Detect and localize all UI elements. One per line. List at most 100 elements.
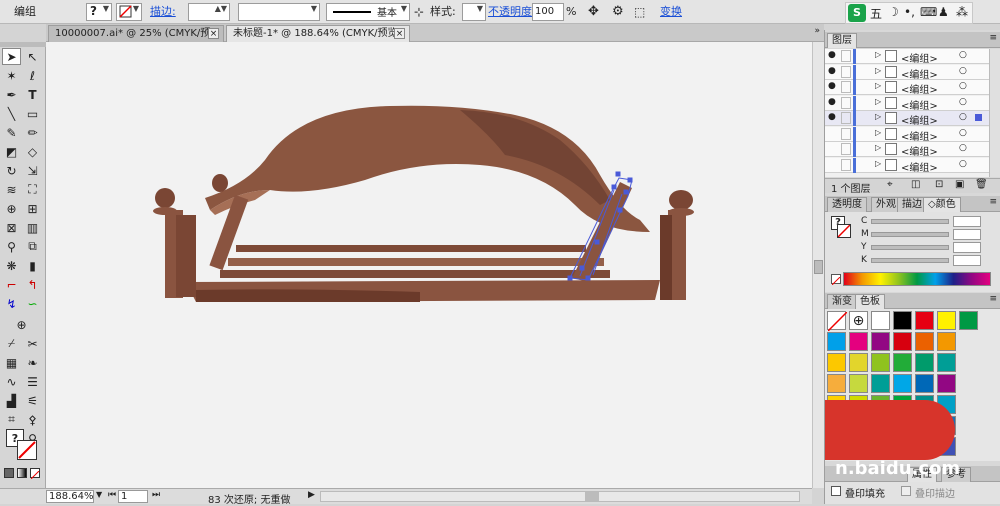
panel-menu-icon[interactable]: ≡ — [989, 294, 997, 304]
new-sublayer-icon[interactable]: ⊡ — [935, 179, 943, 190]
opacity-field[interactable]: 100 — [532, 3, 564, 21]
layer-row[interactable]: ● ▷ <编组> ○ — [825, 49, 989, 65]
scroll-thumb[interactable] — [585, 492, 599, 501]
target-icon[interactable]: ○ — [959, 50, 967, 60]
expand-arrow-icon[interactable]: ▷ — [875, 81, 881, 90]
layer-row[interactable]: ● ▷ <编组> ○ — [825, 80, 989, 96]
color-swatch[interactable] — [937, 311, 956, 330]
blob-brush-tool-icon[interactable]: ◩ — [2, 143, 21, 160]
symbol-sprayer-tool-icon[interactable]: ❋ — [2, 257, 21, 274]
blend-tool-icon[interactable]: ⧉ — [23, 238, 42, 255]
type-tool-icon[interactable]: T — [23, 86, 42, 103]
lock-toggle[interactable] — [841, 65, 851, 78]
color-swatch[interactable] — [937, 332, 956, 351]
crosshair-icon[interactable]: ⊕ — [12, 316, 31, 333]
panel-grip[interactable] — [0, 42, 46, 47]
registration-swatch-icon[interactable]: ⊕ — [849, 311, 868, 330]
target-icon[interactable]: ○ — [959, 81, 967, 91]
color-swatch[interactable] — [871, 311, 890, 330]
tab-swatches[interactable]: 色板 — [855, 294, 885, 309]
warp-tool-icon[interactable]: ≋ — [2, 181, 21, 198]
tab-transparency[interactable]: 透明度 — [827, 197, 867, 212]
layer-row[interactable]: ● ▷ <编组> ○ — [825, 64, 989, 81]
mesh-tool-icon[interactable]: ⊠ — [2, 219, 21, 236]
lock-toggle[interactable] — [841, 81, 851, 93]
color-swatch[interactable] — [871, 353, 890, 372]
lock-toggle[interactable] — [841, 112, 851, 124]
lock-toggle[interactable] — [841, 127, 851, 140]
panel-menu-icon[interactable]: ≡ — [989, 197, 997, 207]
pen-tool-icon[interactable]: ✒ — [2, 86, 21, 103]
tab-document-2[interactable]: 未标题-1* @ 188.64% (CMYK/预览) × — [226, 25, 410, 42]
line-tool-icon[interactable]: ╲ — [2, 105, 21, 122]
color-swatch[interactable] — [849, 353, 868, 372]
brush-tool-icon[interactable]: ⚴ — [23, 411, 42, 428]
none-mode-icon[interactable] — [30, 468, 40, 480]
layer-row[interactable]: ▷ <编组> ○ — [825, 142, 989, 158]
channel-field-y[interactable] — [953, 242, 981, 253]
knife-tool-icon[interactable]: ⌿ — [2, 335, 21, 352]
vertical-scrollbar[interactable] — [812, 42, 824, 488]
chevron-down-icon[interactable]: ▼ — [96, 490, 102, 499]
user-icon[interactable]: ♟ — [938, 5, 949, 19]
align-icon[interactable]: ⊹ — [414, 3, 424, 21]
layers-scrollbar[interactable] — [989, 49, 1000, 177]
fill-color-picker[interactable]: ? ▼ — [86, 3, 112, 21]
stroke-swatch[interactable] — [17, 440, 37, 460]
stroke-indicator[interactable] — [837, 224, 851, 238]
color-swatch[interactable] — [893, 311, 912, 330]
artboard-tool-icon[interactable]: ⌐ — [2, 276, 21, 293]
visibility-slot[interactable] — [828, 143, 839, 155]
none-swatch-icon[interactable] — [827, 311, 848, 332]
tab-gradient[interactable]: 渐变 — [827, 294, 857, 309]
expand-arrow-icon[interactable]: ▷ — [875, 112, 881, 121]
selection-tool-icon[interactable]: ➤ — [2, 48, 21, 65]
lock-toggle[interactable] — [841, 50, 851, 62]
visibility-slot[interactable] — [828, 159, 839, 171]
eraser-tool-icon[interactable]: ◇ — [23, 143, 42, 160]
crop-tool-icon[interactable]: ⌗ — [2, 411, 21, 428]
path-eraser-tool-icon[interactable]: ∿ — [2, 373, 21, 390]
graphic-style-picker[interactable]: ▼ — [462, 3, 486, 21]
tab-document-1[interactable]: 10000007.ai* @ 25% (CMYK/预览) × — [48, 25, 224, 55]
new-layer-icon[interactable]: ▣ — [955, 179, 964, 190]
target-icon[interactable]: ○ — [959, 97, 967, 107]
target-icon[interactable]: ○ — [959, 112, 967, 122]
channel-slider-y[interactable] — [871, 245, 949, 250]
color-swatch[interactable] — [937, 353, 956, 372]
expand-arrow-icon[interactable]: ▷ — [875, 66, 881, 75]
clipping-mask-icon[interactable]: ◫ — [911, 179, 920, 190]
column-graph-tool-icon[interactable]: ▮ — [23, 257, 42, 274]
gradient-tool-icon[interactable]: ▥ — [23, 219, 42, 236]
color-swatch[interactable] — [871, 374, 890, 393]
reshape-tool-icon[interactable]: ∽ — [23, 295, 42, 312]
color-spectrum[interactable] — [843, 272, 991, 286]
color-mode-icon[interactable] — [4, 468, 14, 478]
color-swatch[interactable] — [849, 332, 868, 351]
puppet-warp-tool-icon[interactable]: ❧ — [23, 354, 42, 371]
layer-row[interactable]: ● ▷ <编组> ○ — [825, 95, 989, 112]
expand-arrow-icon[interactable]: ▷ — [875, 97, 881, 106]
target-icon[interactable]: ○ — [959, 159, 967, 169]
moon-icon[interactable]: ☽ — [888, 5, 899, 19]
measure-tool-icon[interactable]: ⚟ — [23, 392, 42, 409]
eyedropper-tool-icon[interactable]: ⚲ — [2, 238, 21, 255]
shape-builder-tool-icon[interactable]: ⊕ — [2, 200, 21, 217]
color-swatch[interactable] — [893, 374, 912, 393]
expand-arrow-icon[interactable]: ▷ — [875, 159, 881, 168]
layer-row[interactable]: ● ▷ <编组> ○ — [825, 111, 989, 127]
color-swatch[interactable] — [915, 353, 934, 372]
direct-selection-tool-icon[interactable]: ↖ — [23, 48, 42, 65]
layer-row[interactable]: ▷ <编组> ○ — [825, 126, 989, 143]
scroll-thumb[interactable] — [814, 260, 823, 274]
artboard-number-field[interactable]: 1 — [118, 490, 148, 503]
eye-icon[interactable]: ● — [828, 112, 839, 124]
slice-tool-icon[interactable]: ↰ — [23, 276, 42, 293]
channel-slider-c[interactable] — [871, 219, 949, 224]
color-swatch[interactable] — [849, 374, 868, 393]
target-icon[interactable]: ○ — [959, 143, 967, 153]
target-icon[interactable]: ○ — [959, 128, 967, 138]
opacity-link[interactable]: 不透明度: — [488, 3, 536, 21]
eye-icon[interactable]: ● — [828, 97, 839, 109]
lock-toggle[interactable] — [841, 143, 851, 155]
